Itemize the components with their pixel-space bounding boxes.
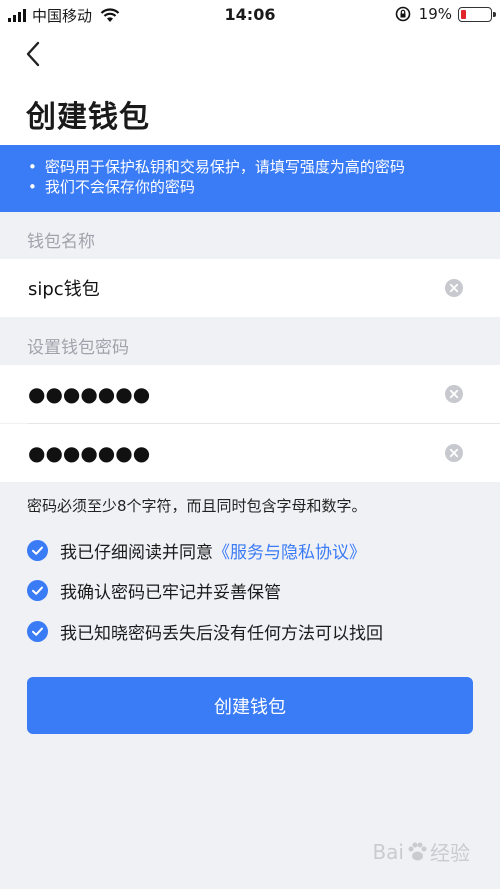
status-right: 19% — [395, 5, 496, 23]
terms-link[interactable]: 《服务与隐私协议》 — [213, 538, 366, 563]
clear-circle-icon[interactable] — [445, 385, 463, 403]
page-header: 创建钱包 — [0, 30, 500, 145]
status-bar: 中国移动 14:06 19% — [0, 0, 500, 30]
battery-percent: 19% — [418, 5, 452, 23]
agreement-text: 我确认密码已牢记并妥善保管 — [60, 583, 281, 603]
password-field[interactable]: ●●●●●●● — [0, 365, 500, 423]
wallet-name-field[interactable]: sipc钱包 — [0, 259, 500, 317]
chevron-left-icon[interactable] — [18, 36, 50, 72]
notice-line: 我们不会保存你的密码 — [28, 177, 500, 197]
notice-line: 密码用于保护私钥和交易保护，请填写强度为高的密码 — [28, 157, 500, 177]
agreement-no-recovery[interactable]: 我已知晓密码丢失后没有任何方法可以找回 — [27, 619, 383, 644]
checkmark-circle-icon[interactable] — [27, 621, 48, 642]
agreement-text: 我已仔细阅读并同意 — [60, 543, 213, 563]
agreement-text: 我已知晓密码丢失后没有任何方法可以找回 — [60, 624, 383, 644]
password-value: ●●●●●●● — [28, 382, 151, 406]
watermark-brand-left: Bai — [372, 839, 404, 864]
create-wallet-button[interactable]: 创建钱包 — [27, 677, 473, 734]
wallet-name-label: 钱包名称 — [27, 232, 95, 252]
password-hint: 密码必须至少8个字符，而且同时包含字母和数字。 — [27, 497, 367, 515]
paw-icon — [408, 842, 427, 860]
clear-circle-icon[interactable] — [445, 444, 463, 462]
notice-banner: 密码用于保护私钥和交易保护，请填写强度为高的密码 我们不会保存你的密码 — [0, 145, 500, 212]
battery-icon — [458, 6, 496, 22]
watermark: Bai 经验 — [372, 837, 470, 866]
agreement-terms[interactable]: 我已仔细阅读并同意 《服务与隐私协议》 — [27, 538, 366, 563]
watermark-brand-right: 经验 — [430, 841, 470, 865]
password-label: 设置钱包密码 — [27, 338, 129, 358]
confirm-password-field[interactable]: ●●●●●●● — [0, 424, 500, 482]
rotation-lock-icon — [395, 6, 410, 22]
agreement-remember[interactable]: 我确认密码已牢记并妥善保管 — [27, 578, 281, 603]
checkmark-circle-icon[interactable] — [27, 580, 48, 601]
checkmark-circle-icon[interactable] — [27, 540, 48, 561]
battery-level — [461, 9, 466, 19]
confirm-password-value: ●●●●●●● — [28, 441, 151, 465]
wallet-name-value: sipc钱包 — [28, 279, 100, 300]
page-title: 创建钱包 — [26, 100, 150, 135]
clear-circle-icon[interactable] — [445, 279, 463, 297]
